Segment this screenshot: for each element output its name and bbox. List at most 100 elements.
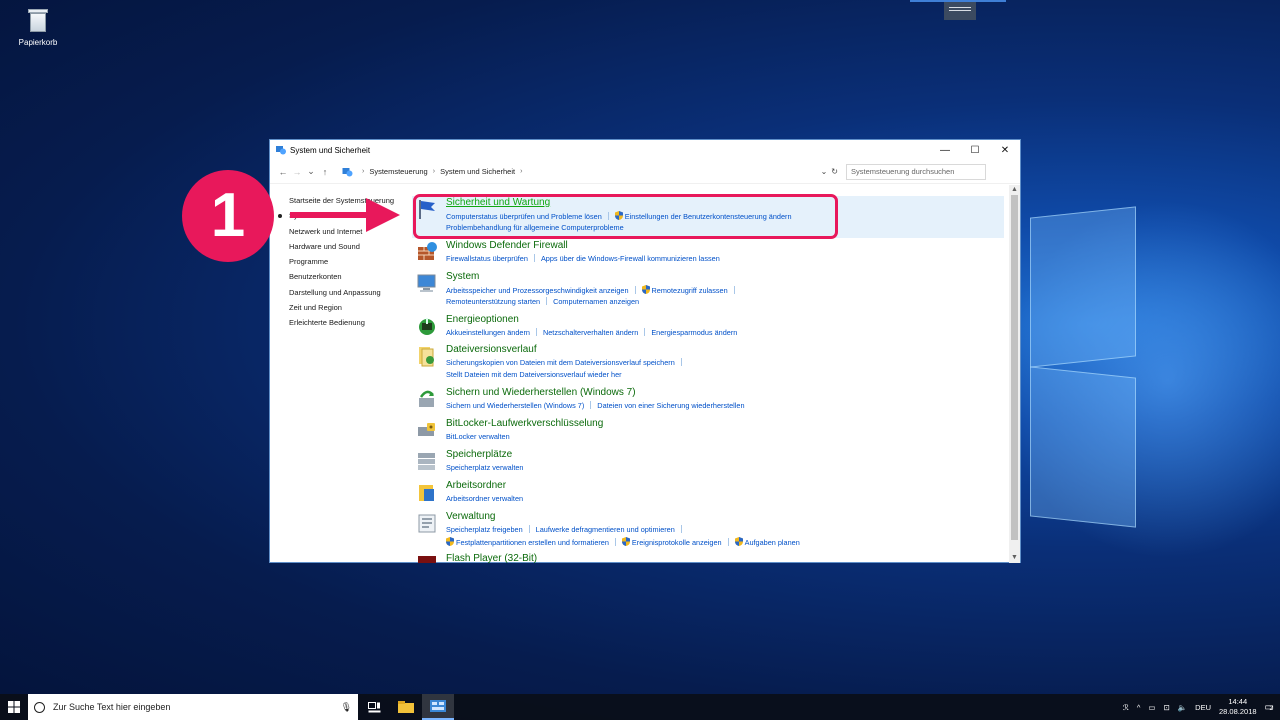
file-explorer-button[interactable] bbox=[390, 694, 422, 720]
nav-item-benutzerkonten[interactable]: Benutzerkonten bbox=[289, 269, 419, 284]
category-links: Speicherplatz freigeben Laufwerke defragm… bbox=[446, 525, 688, 534]
scrollbar-thumb[interactable] bbox=[1011, 195, 1018, 540]
link-netzschalterverhalten[interactable]: Netzschalterverhalten ändern bbox=[543, 328, 638, 337]
backup-icon bbox=[419, 390, 434, 407]
action-center-icon[interactable]: ▭ 2 bbox=[1265, 702, 1274, 713]
link-remotezugriff[interactable]: Remotezugriff zulassen bbox=[652, 286, 728, 295]
nav-item-erleichterte-bedienung[interactable]: Erleichterte Bedienung bbox=[289, 315, 419, 330]
volume-icon[interactable]: 🔈 bbox=[1178, 703, 1187, 712]
nav-item-programme[interactable]: Programme bbox=[289, 254, 419, 269]
nav-item-darstellung[interactable]: Darstellung und Anpassung bbox=[289, 285, 419, 300]
link-separator bbox=[644, 328, 646, 336]
recent-pages-button[interactable]: ⌄ bbox=[304, 166, 318, 177]
link-speicherplatz-freigeben[interactable]: Speicherplatz freigeben bbox=[446, 525, 523, 534]
link-sichern-wiederherstellen[interactable]: Sichern und Wiederherstellen (Windows 7) bbox=[446, 401, 584, 410]
clock[interactable]: 14:44 28.08.2018 bbox=[1219, 697, 1257, 717]
task-view-icon bbox=[367, 701, 380, 712]
up-button[interactable]: ↑ bbox=[318, 167, 332, 177]
category-title[interactable]: Energieoptionen bbox=[446, 314, 519, 325]
system-tray: ℛ ^ ▭ ⊡ 🔈 DEU 14:44 28.08.2018 ▭ 2 bbox=[1123, 697, 1280, 717]
uac-shield-icon bbox=[734, 537, 743, 546]
category-links: BitLocker verwalten bbox=[446, 432, 510, 441]
refresh-icon[interactable]: ↻ bbox=[831, 167, 838, 176]
scroll-up-icon[interactable]: ▲ bbox=[1009, 185, 1020, 195]
link-akkueinstellungen[interactable]: Akkueinstellungen ändern bbox=[446, 328, 530, 337]
link-defragmentieren[interactable]: Laufwerke defragmentieren und optimieren bbox=[536, 525, 675, 534]
category-links: Akkueinstellungen ändern Netzschalterverh… bbox=[446, 328, 737, 337]
category-title[interactable]: Sichern und Wiederherstellen (Windows 7) bbox=[446, 387, 636, 398]
annotation-highlight-box bbox=[413, 194, 838, 239]
link-energiesparmodus[interactable]: Energiesparmodus ändern bbox=[651, 328, 737, 337]
remote-session-handle[interactable] bbox=[944, 2, 976, 20]
recycle-bin-label: Papierkorb bbox=[18, 38, 58, 47]
link-separator bbox=[528, 525, 530, 533]
back-button[interactable]: ← bbox=[276, 167, 290, 177]
vertical-scrollbar[interactable]: ▲ ▼ bbox=[1009, 185, 1020, 563]
address-bar[interactable]: › Systemsteuerung › System und Sicherhei… bbox=[338, 164, 838, 180]
content-area: Startseite der Systemsteuerung System un… bbox=[270, 185, 1010, 563]
recycle-bin-shortcut[interactable]: Papierkorb bbox=[14, 6, 62, 47]
link-festplattenpartitionen[interactable]: Festplattenpartitionen erstellen und for… bbox=[456, 538, 609, 547]
address-controls: ⌄ ↻ bbox=[738, 164, 838, 180]
breadcrumb-systemsteuerung[interactable]: Systemsteuerung bbox=[369, 167, 427, 176]
link-separator bbox=[614, 538, 616, 546]
category-links: Arbeitsspeicher und Prozessorgeschwindig… bbox=[446, 285, 741, 295]
window-titlebar[interactable]: System und Sicherheit — ☐ ✕ bbox=[270, 140, 1020, 160]
link-separator bbox=[546, 297, 548, 305]
taskbar-search-input[interactable]: Zur Suche Text hier eingeben 🎙 bbox=[28, 694, 358, 720]
link-arbeitsspeicher[interactable]: Arbeitsspeicher und Prozessorgeschwindig… bbox=[446, 286, 629, 295]
link-computernamen[interactable]: Computernamen anzeigen bbox=[553, 297, 639, 306]
nav-item-hardware[interactable]: Hardware und Sound bbox=[289, 239, 419, 254]
link-sicherung-wiederherstellen[interactable]: Dateien von einer Sicherung wiederherste… bbox=[597, 401, 744, 410]
network-icon[interactable]: ⊡ bbox=[1164, 703, 1170, 712]
control-panel-icon bbox=[276, 146, 286, 155]
category-title[interactable]: BitLocker-Laufwerkverschlüsselung bbox=[446, 418, 603, 429]
file-history-icon bbox=[419, 347, 434, 367]
address-dropdown-icon[interactable]: ⌄ bbox=[821, 167, 828, 176]
recycle-bin-icon bbox=[25, 6, 51, 34]
windows-logo-pane-lower bbox=[1030, 366, 1136, 528]
microphone-icon[interactable]: 🎙 bbox=[341, 702, 352, 713]
annotation-step-badge: 1 bbox=[182, 170, 274, 262]
maximize-button[interactable]: ☐ bbox=[960, 140, 990, 160]
minimize-button[interactable]: — bbox=[930, 140, 960, 160]
category-links: Sichern und Wiederherstellen (Windows 7)… bbox=[446, 401, 745, 410]
language-indicator[interactable]: DEU bbox=[1195, 703, 1211, 712]
category-title[interactable]: Arbeitsordner bbox=[446, 480, 506, 491]
link-sicherungskopien[interactable]: Sicherungskopien von Dateien mit dem Dat… bbox=[446, 358, 675, 367]
category-title[interactable]: System bbox=[446, 271, 479, 282]
control-panel-search-input[interactable]: Systemsteuerung durchsuchen bbox=[846, 163, 986, 180]
category-title[interactable]: Flash Player (32-Bit) bbox=[446, 553, 537, 563]
link-bitlocker-verwalten[interactable]: BitLocker verwalten bbox=[446, 432, 510, 441]
category-title[interactable]: Verwaltung bbox=[446, 511, 495, 522]
category-title[interactable]: Speicherplätze bbox=[446, 449, 512, 460]
link-ereignisprotokolle[interactable]: Ereignisprotokolle anzeigen bbox=[632, 538, 722, 547]
link-aufgaben-planen[interactable]: Aufgaben planen bbox=[745, 538, 800, 547]
category-links: Sicherungskopien von Dateien mit dem Dat… bbox=[446, 358, 688, 367]
link-apps-kommunizieren[interactable]: Apps über die Windows-Firewall kommunizi… bbox=[541, 254, 720, 263]
control-panel-taskbar-button[interactable] bbox=[422, 694, 454, 720]
clock-date: 28.08.2018 bbox=[1219, 707, 1257, 716]
link-remoteunterstuetzung[interactable]: Remoteunterstützung starten bbox=[446, 297, 540, 306]
nav-item-zeit-und-region[interactable]: Zeit und Region bbox=[289, 300, 419, 315]
category-title[interactable]: Windows Defender Firewall bbox=[446, 240, 568, 251]
power-options-icon bbox=[419, 318, 435, 335]
breadcrumb-separator: › bbox=[520, 168, 523, 175]
breadcrumb-system-und-sicherheit[interactable]: System und Sicherheit bbox=[440, 167, 515, 176]
link-arbeitsordner-verwalten[interactable]: Arbeitsordner verwalten bbox=[446, 494, 523, 503]
people-icon[interactable]: ℛ bbox=[1123, 703, 1129, 712]
work-folders-icon bbox=[419, 485, 434, 501]
forward-button[interactable]: → bbox=[290, 167, 304, 177]
scroll-down-icon[interactable]: ▼ bbox=[1009, 553, 1020, 563]
show-hidden-icons-icon[interactable]: ^ bbox=[1137, 703, 1141, 712]
category-title[interactable]: Dateiversionsverlauf bbox=[446, 344, 537, 355]
start-button[interactable] bbox=[0, 694, 28, 720]
tray-monitor-icon[interactable]: ▭ bbox=[1148, 703, 1155, 712]
link-firewallstatus[interactable]: Firewallstatus überprüfen bbox=[446, 254, 528, 263]
breadcrumb-separator: › bbox=[362, 168, 365, 175]
link-speicherplatz-verwalten[interactable]: Speicherplatz verwalten bbox=[446, 463, 523, 472]
close-button[interactable]: ✕ bbox=[990, 140, 1020, 160]
windows-logo-pane-upper bbox=[1030, 206, 1136, 368]
task-view-button[interactable] bbox=[358, 694, 390, 720]
link-dateien-wiederherstellen[interactable]: Stellt Dateien mit dem Dateiversionsverl… bbox=[446, 370, 622, 379]
